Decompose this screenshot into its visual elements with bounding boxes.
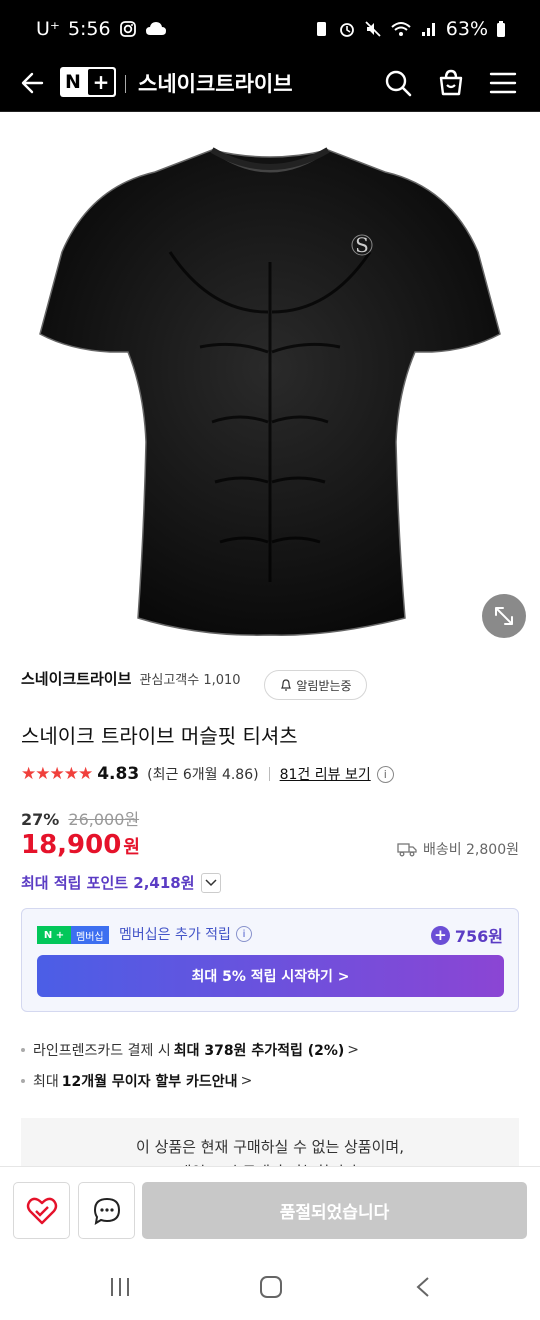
sale-price: 18,900 원 — [21, 830, 140, 860]
bullet — [21, 1048, 25, 1052]
battery-icon — [497, 21, 505, 37]
system-nav-bar — [0, 1254, 540, 1320]
seller-name[interactable]: 스네이크트라이브 — [21, 668, 131, 689]
search-icon[interactable] — [382, 67, 414, 99]
divider — [125, 75, 126, 93]
membership-points: + 756원 — [430, 923, 503, 947]
store-name[interactable]: 스네이크트라이브 — [138, 68, 293, 98]
chevron-right-icon: > — [240, 1073, 253, 1089]
seller-row: 스네이크트라이브 관심고객수 1,010 — [21, 668, 241, 689]
bell-icon — [281, 679, 292, 691]
membership-points-value: 756원 — [454, 927, 503, 946]
membership-badge: N + 멤버십 — [37, 926, 109, 944]
membership-box: N + 멤버십 멤버십은 추가 적립 i + 756원 최대 5% 적립 시작하… — [21, 908, 519, 1012]
max-points-label: 최대 적립 포인트 2,418원 — [21, 874, 195, 892]
divider — [268, 767, 270, 781]
price-unit: 원 — [123, 837, 140, 858]
battery-percent: 63% — [445, 18, 488, 40]
benefit-text: 최대 — [33, 1074, 59, 1090]
rating-score: 4.83 — [97, 764, 140, 784]
card-benefit-row[interactable]: 라인프렌즈카드 결제 시 최대 378원 추가적립 (2%) > — [21, 1040, 359, 1060]
product-title: 스네이크 트라이브 머슬핏 티셔츠 — [21, 724, 298, 748]
discount-percent: 27% — [21, 810, 60, 829]
cloud-icon — [145, 22, 166, 35]
back-arrow-icon[interactable] — [20, 70, 46, 96]
instagram-icon — [119, 21, 136, 37]
reviews-link[interactable]: 81건 리뷰 보기 — [280, 764, 371, 784]
chevron-down-icon[interactable] — [200, 872, 221, 893]
expand-icon — [495, 607, 513, 625]
max-points-row[interactable]: 최대 적립 포인트 2,418원 — [21, 872, 221, 893]
tshirt-image: S — [39, 147, 501, 636]
heart-check-icon — [26, 1197, 57, 1224]
alarm-icon — [339, 23, 354, 37]
truck-icon — [397, 843, 417, 857]
discount-row: 27% 26,000원 — [21, 806, 139, 830]
badge-n-plus: N + — [37, 926, 71, 944]
shopping-bag-icon[interactable] — [435, 67, 467, 99]
chat-button[interactable] — [78, 1182, 135, 1239]
original-price: 26,000원 — [68, 810, 140, 829]
signal-icon — [421, 23, 435, 36]
benefit-highlight: 최대 378원 추가적립 (2%) — [173, 1043, 345, 1059]
price-value: 18,900 — [21, 830, 122, 860]
home-icon[interactable] — [259, 1275, 283, 1299]
notice-line-1: 이 상품은 현재 구매하실 수 없는 상품이며, — [136, 1138, 404, 1156]
alert-subscribe-button[interactable]: 알림받는중 — [264, 670, 367, 700]
svg-text:S: S — [355, 233, 369, 257]
badge-label: 멤버십 — [71, 926, 109, 944]
zoom-button[interactable] — [482, 594, 526, 638]
rating-row: ★★★★★ 4.83 (최근 6개월 4.86) 81건 리뷰 보기 i — [21, 764, 394, 784]
fan-count: 관심고객수 1,010 — [139, 673, 241, 688]
info-icon[interactable]: i — [235, 926, 252, 942]
clock: 5:56 — [67, 18, 111, 40]
shipping-label: 배송비 2,800원 — [422, 842, 519, 858]
wifi-icon — [391, 22, 411, 36]
carrier-label: U⁺ — [36, 18, 60, 40]
bottom-action-bar: 품절되었습니다 — [0, 1166, 540, 1254]
start-membership-button[interactable]: 최대 5% 적립 시작하기 > — [37, 955, 504, 997]
alert-label: 알림받는중 — [296, 678, 352, 693]
installment-benefit-row[interactable]: 최대 12개월 무이자 할부 카드안내 > — [21, 1071, 252, 1091]
menu-icon[interactable] — [487, 67, 519, 99]
info-icon[interactable]: i — [376, 765, 394, 783]
soldout-button[interactable]: 품절되었습니다 — [142, 1182, 527, 1239]
status-bar: U⁺ 5:56 63% — [0, 0, 540, 58]
chat-bubble-icon — [93, 1197, 120, 1225]
recent-apps-icon[interactable] — [108, 1276, 132, 1298]
naver-plus-logo[interactable]: N + — [60, 67, 116, 97]
star-rating: ★★★★★ — [21, 764, 93, 784]
mute-icon — [365, 21, 381, 37]
shipping-fee: 배송비 2,800원 — [397, 839, 519, 859]
nav-back-icon[interactable] — [414, 1276, 432, 1298]
membership-text-row: 멤버십은 추가 적립 i — [119, 924, 252, 944]
plus-circle-icon: + — [430, 925, 450, 945]
recent-rating: (최근 6개월 4.86) — [147, 767, 259, 783]
app-bar: N + 스네이크트라이브 — [0, 58, 540, 112]
benefit-highlight: 12개월 무이자 할부 카드안내 — [61, 1074, 238, 1090]
membership-text: 멤버십은 추가 적립 — [119, 927, 231, 943]
bullet — [21, 1079, 25, 1083]
benefit-text: 라인프렌즈카드 결제 시 — [33, 1043, 171, 1059]
battery-saver-icon — [316, 22, 326, 36]
logo-plus: + — [88, 69, 114, 95]
wishlist-button[interactable] — [13, 1182, 70, 1239]
logo-n: N — [65, 71, 81, 93]
product-image[interactable]: S — [0, 112, 540, 657]
chevron-right-icon: > — [347, 1042, 360, 1058]
